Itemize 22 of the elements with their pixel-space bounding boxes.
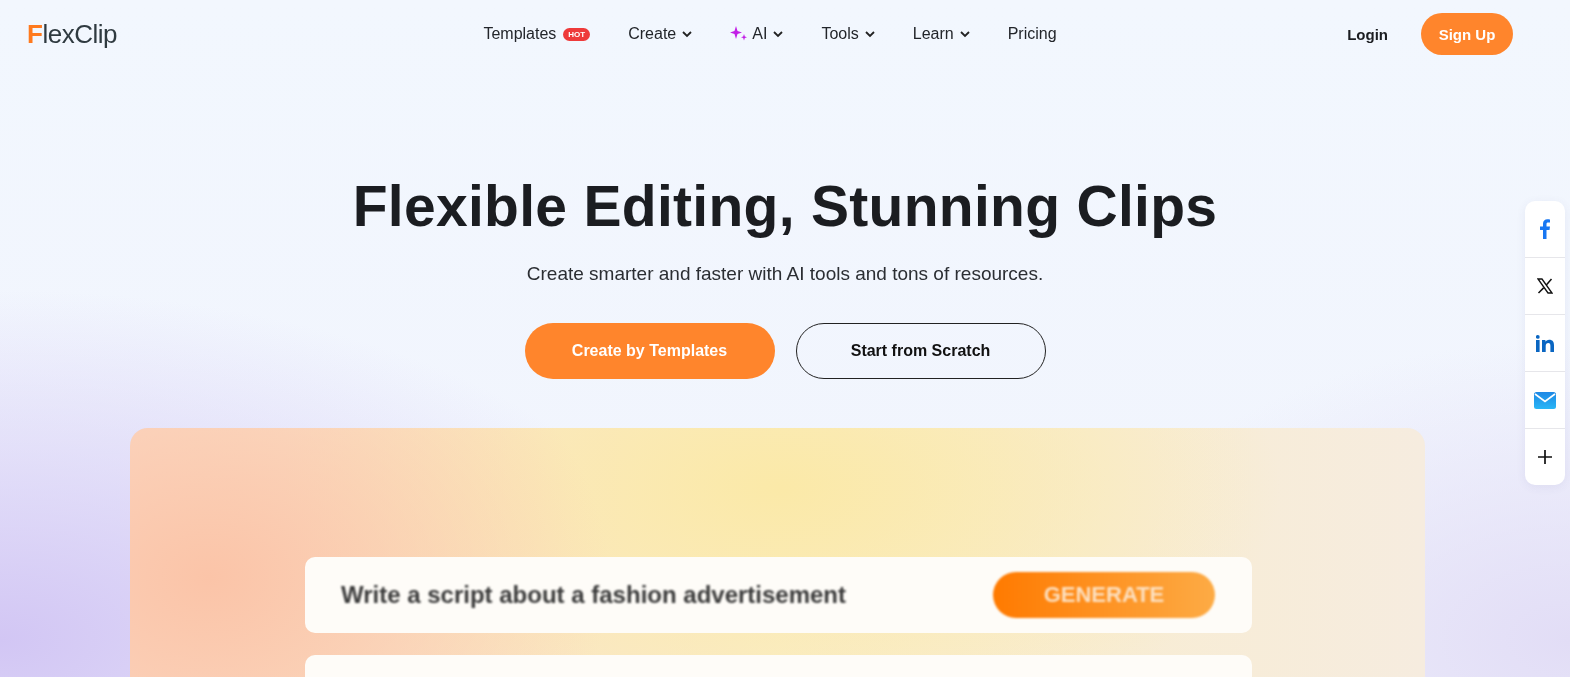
nav-link[interactable]: Pricing bbox=[1007, 25, 1057, 43]
plus-icon[interactable] bbox=[1537, 449, 1553, 465]
nav-link[interactable]: Create bbox=[628, 25, 693, 43]
hot-badge: HOT bbox=[563, 27, 591, 41]
logo[interactable]: FlexClip bbox=[27, 18, 357, 50]
hero-subtitle: Create smarter and faster with AI tools and tons of resources. bbox=[526, 263, 1044, 285]
facebook-icon[interactable] bbox=[1540, 219, 1550, 239]
x-logo-icon[interactable] bbox=[1537, 278, 1553, 294]
chevron-down-icon bbox=[864, 30, 875, 38]
nav-link[interactable]: Templates HOT bbox=[483, 25, 591, 43]
login-link[interactable]: Login bbox=[1347, 25, 1388, 43]
nav-link[interactable]: Tools bbox=[821, 25, 875, 43]
prompt-text: Write a script about a fashion advertisement bbox=[341, 581, 847, 609]
chevron-down-icon bbox=[959, 30, 970, 38]
chevron-down-icon bbox=[773, 30, 784, 38]
email-icon[interactable] bbox=[1534, 391, 1556, 409]
chevron-down-icon bbox=[682, 30, 693, 38]
sparkle-icon bbox=[730, 26, 749, 42]
nav-link[interactable]: Learn bbox=[912, 25, 970, 43]
hero-title: Flexible Editing, Stunning Clips bbox=[352, 173, 1218, 239]
nav-link[interactable]: AI bbox=[730, 25, 784, 43]
linkedin-icon[interactable] bbox=[1536, 334, 1554, 352]
